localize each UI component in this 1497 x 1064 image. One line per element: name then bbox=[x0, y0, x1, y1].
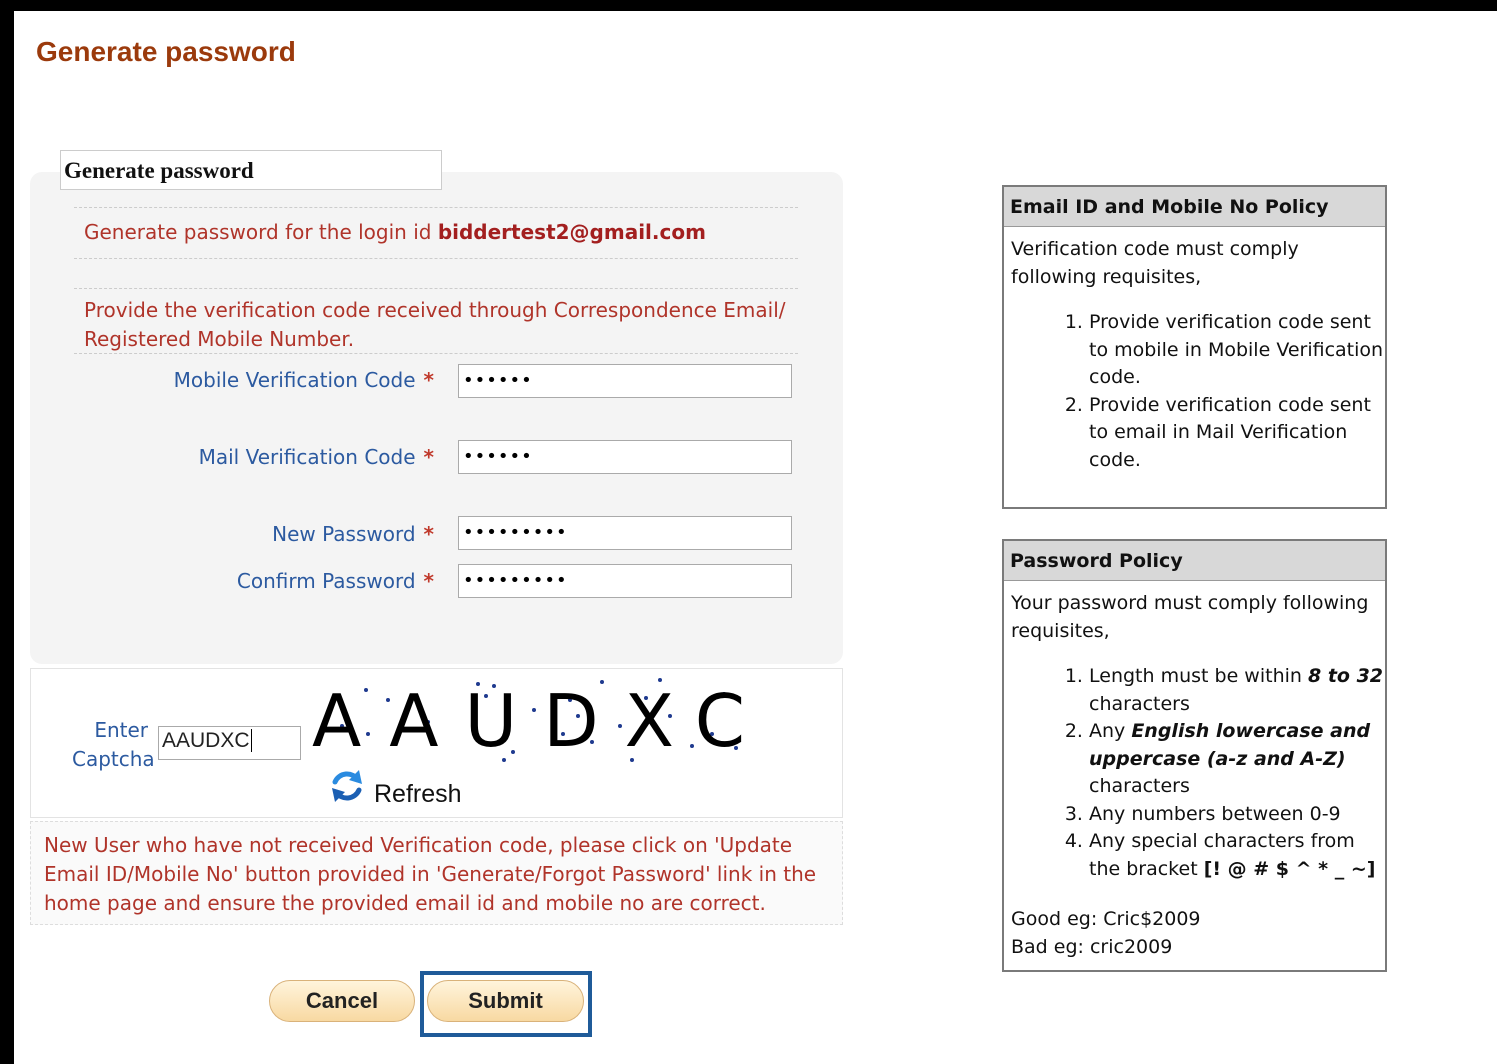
captcha-input-value: AAUDXC bbox=[162, 729, 250, 752]
list-item: Provide verification code sent to email … bbox=[1089, 392, 1385, 475]
list-item: Provide verification code sent to mobile… bbox=[1089, 309, 1385, 392]
new-password-label-text: New Password bbox=[272, 522, 416, 546]
login-notice-text: Generate password for the login id bbox=[84, 220, 432, 244]
confirm-password-label-text: Confirm Password bbox=[236, 569, 416, 593]
form-tab-title: Generate password bbox=[60, 150, 442, 190]
login-id-notice: Generate password for the login id bidde… bbox=[74, 207, 798, 259]
list-item: Any special characters from the bracket … bbox=[1089, 828, 1385, 883]
captcha-input[interactable]: AAUDXC bbox=[158, 726, 301, 760]
rule-emphasis: [! @ # $ ^ * _ ~] bbox=[1203, 857, 1376, 880]
new-password-input[interactable]: ••••••••• bbox=[458, 516, 792, 550]
good-example: Good eg: Cric$2009 bbox=[1011, 908, 1201, 930]
password-policy-intro: Your password must comply following requ… bbox=[1011, 592, 1369, 642]
mobile-code-label: Mobile Verification Code * bbox=[174, 368, 434, 392]
window-frame-top bbox=[0, 0, 1497, 11]
login-id-value: biddertest2@gmail.com bbox=[437, 220, 706, 244]
rule-text: characters bbox=[1089, 692, 1190, 715]
new-password-label: New Password * bbox=[272, 522, 434, 546]
email-policy-list: Provide verification code sent to mobile… bbox=[1004, 309, 1385, 474]
refresh-icon[interactable] bbox=[328, 768, 366, 804]
captcha-label: Enter Captcha bbox=[72, 718, 155, 771]
rule-text: Any bbox=[1089, 720, 1132, 742]
required-marker: * bbox=[423, 368, 434, 392]
rule-text: Any numbers between 0-9 bbox=[1089, 802, 1341, 825]
list-item: Length must be within 8 to 32 characters bbox=[1089, 663, 1385, 718]
captcha-image-text: AAUDXC bbox=[312, 679, 748, 763]
mobile-code-input[interactable]: •••••• bbox=[458, 364, 792, 398]
rule-text: characters bbox=[1089, 775, 1190, 797]
confirm-password-label: Confirm Password * bbox=[237, 569, 434, 593]
password-policy-title: Password Policy bbox=[1004, 541, 1385, 581]
mail-code-label-text: Mail Verification Code bbox=[198, 445, 416, 469]
bad-example: Bad eg: cric2009 bbox=[1011, 936, 1173, 958]
password-examples: Good eg: Cric$2009 Bad eg: cric2009 bbox=[1004, 883, 1385, 961]
page-title: Generate password bbox=[36, 36, 296, 67]
new-user-note: New User who have not received Verificat… bbox=[30, 821, 843, 925]
refresh-link[interactable]: Refresh bbox=[374, 780, 462, 809]
password-policy-list: Length must be within 8 to 32 characters… bbox=[1004, 663, 1385, 883]
email-policy-title: Email ID and Mobile No Policy bbox=[1004, 187, 1385, 227]
window-frame-left bbox=[0, 0, 14, 1064]
submit-button[interactable]: Submit bbox=[427, 980, 584, 1022]
verification-notice: Provide the verification code received t… bbox=[74, 288, 798, 354]
mail-code-label: Mail Verification Code * bbox=[199, 445, 434, 469]
confirm-password-input[interactable]: ••••••••• bbox=[458, 564, 792, 598]
captcha-image: AAUDXC bbox=[312, 678, 748, 763]
list-item: Any numbers between 0-9 bbox=[1089, 801, 1385, 829]
required-marker: * bbox=[423, 445, 434, 469]
email-mobile-policy-box: Email ID and Mobile No Policy Verificati… bbox=[1002, 185, 1387, 509]
mail-code-input[interactable]: •••••• bbox=[458, 440, 792, 474]
required-marker: * bbox=[423, 522, 434, 546]
cancel-button[interactable]: Cancel bbox=[269, 980, 415, 1022]
password-policy-box: Password Policy Your password must compl… bbox=[1002, 539, 1387, 972]
rule-emphasis: English lowercase and uppercase (a-z and… bbox=[1089, 720, 1371, 770]
list-item: Any English lowercase and uppercase (a-z… bbox=[1089, 718, 1385, 801]
rule-emphasis: 8 to 32 bbox=[1307, 665, 1384, 687]
email-policy-intro: Verification code must comply following … bbox=[1011, 238, 1299, 288]
required-marker: * bbox=[423, 569, 434, 593]
mobile-code-label-text: Mobile Verification Code bbox=[173, 368, 416, 392]
rule-text: Length must be within bbox=[1089, 665, 1308, 687]
